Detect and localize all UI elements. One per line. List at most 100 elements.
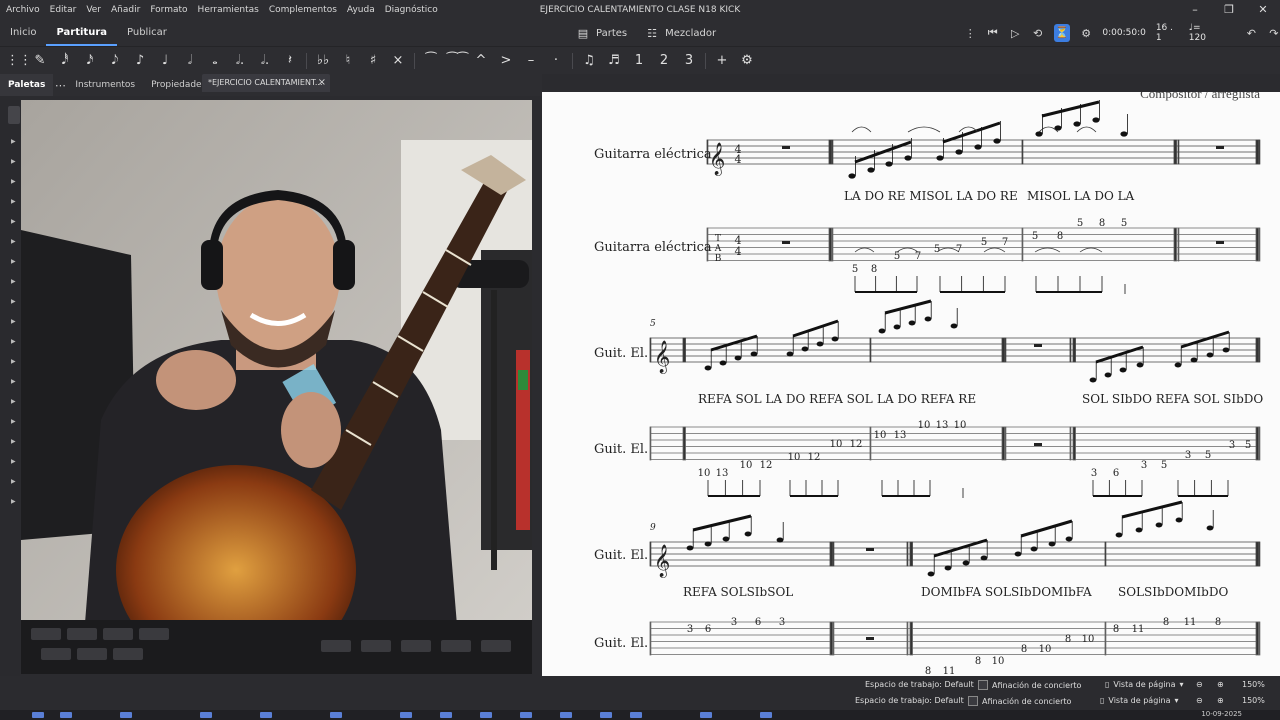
taskbar-app-icon[interactable]	[440, 712, 452, 718]
toolbar-tool-12-icon[interactable]: ♮	[339, 53, 357, 68]
toolbar-tool-14-icon[interactable]: ×	[389, 53, 407, 68]
redo-icon[interactable]: ↷	[1268, 27, 1280, 40]
palette-expand-icon[interactable]: ▶	[11, 198, 16, 205]
toolbar-tool-24-icon[interactable]: 2	[655, 53, 673, 68]
taskbar-app-icon[interactable]	[400, 712, 412, 718]
toolbar-tool-13-icon[interactable]: ♯	[364, 53, 382, 68]
instrument-name-5[interactable]: Guit. El.	[594, 548, 648, 563]
lyrics-s2-b[interactable]: LA DO REFA RE	[877, 392, 976, 406]
toolbar-tool-4-icon[interactable]: ♪	[131, 53, 149, 68]
taskbar-app-icon[interactable]	[600, 712, 612, 718]
menu-archivo[interactable]: Archivo	[0, 5, 45, 15]
menu-formato[interactable]: Formato	[145, 5, 192, 15]
playback-settings-icon[interactable]: ⚙	[1080, 27, 1092, 40]
palette-expand-icon[interactable]: ▶	[11, 478, 16, 485]
play-icon[interactable]: ▷	[1009, 27, 1021, 40]
close-icon[interactable]: ✕	[1246, 0, 1280, 20]
instrument-name-2[interactable]: Guitarra eléctrica	[594, 240, 712, 255]
score-canvas[interactable]: 𝄞 44TAB445 85 75 75 75 85 8 5𝄞10 1310 1210 1210 1210…	[542, 92, 1280, 676]
palette-expand-icon[interactable]: ▶	[11, 338, 16, 345]
toolbar-tool-5-icon[interactable]: ♩	[156, 53, 174, 68]
taskbar-app-icon[interactable]	[260, 712, 272, 718]
menu-ver[interactable]: Ver	[81, 5, 106, 15]
tab-instrumentos[interactable]: Instrumentos	[67, 74, 143, 96]
lyrics-s3-b[interactable]: DOMIbFA SOLSIbDOMIbFA	[921, 585, 1092, 599]
palette-expand-icon[interactable]: ▶	[11, 498, 16, 505]
menu-ayuda[interactable]: Ayuda	[342, 5, 380, 15]
score-page[interactable]: Compositor / arreglista 𝄞 4 4 T A B 4 4 5 8 5 7 5 7 5 7…	[542, 92, 1280, 676]
palette-search-box[interactable]	[8, 106, 20, 124]
toolbar-tool-20-icon[interactable]: ·	[547, 53, 565, 68]
mixer-button[interactable]: ☷ Mezclador	[645, 27, 716, 40]
toolbar-grip-icon[interactable]: ⋮⋮	[6, 53, 32, 68]
palette-expand-icon[interactable]: ▶	[11, 458, 16, 465]
menu-anadir[interactable]: Añadir	[106, 5, 145, 15]
menu-diagnostico[interactable]: Diagnóstico	[380, 5, 443, 15]
tab-partitura[interactable]: Partitura	[46, 20, 117, 46]
palette-expand-icon[interactable]: ▶	[11, 278, 16, 285]
zoom-level[interactable]: 150%	[1242, 680, 1265, 689]
toolbar-tool-27-icon[interactable]: ⚙	[738, 53, 756, 68]
taskbar-app-icon[interactable]	[520, 712, 532, 718]
toolbar-tool-1-icon[interactable]: 𝅘𝅥𝅰	[56, 53, 74, 68]
zoom-in-icon[interactable]: ⊕	[1217, 680, 1224, 689]
palette-expand-icon[interactable]: ▶	[11, 218, 16, 225]
tab-inicio[interactable]: Inicio	[0, 20, 46, 46]
toolbar-tool-26-icon[interactable]: +	[713, 53, 731, 68]
taskbar-app-icon[interactable]	[480, 712, 492, 718]
toolbar-tool-17-icon[interactable]: ^	[472, 53, 490, 68]
taskbar-app-icon[interactable]	[32, 712, 44, 718]
instrument-name-6[interactable]: Guit. El.	[594, 636, 648, 651]
menu-editar[interactable]: Editar	[45, 5, 82, 15]
taskbar-app-icon[interactable]	[200, 712, 212, 718]
taskbar-app-icon[interactable]	[700, 712, 712, 718]
toolbar-tool-11-icon[interactable]: ♭♭	[314, 53, 332, 68]
grip-icon[interactable]: ⋮	[964, 27, 976, 40]
taskbar-app-icon[interactable]	[330, 712, 342, 718]
toolbar-tool-7-icon[interactable]: 𝅝	[206, 53, 224, 68]
zoom-out-icon[interactable]: ⊖	[1196, 680, 1203, 689]
taskbar-app-icon[interactable]	[630, 712, 642, 718]
concert-pitch-toggle[interactable]: Afinación de concierto	[978, 680, 1081, 690]
metronome-icon[interactable]: ⏳	[1053, 24, 1070, 42]
palette-expand-icon[interactable]: ▶	[11, 298, 16, 305]
toolbar-tool-19-icon[interactable]: –	[522, 53, 540, 68]
loop-icon[interactable]: ⟲	[1031, 27, 1043, 40]
palette-expand-icon[interactable]: ▶	[11, 258, 16, 265]
rewind-icon[interactable]: ⏮	[986, 26, 998, 40]
taskbar-app-icon[interactable]	[560, 712, 572, 718]
menu-complementos[interactable]: Complementos	[264, 5, 342, 15]
concert-pitch-checkbox[interactable]	[978, 680, 988, 690]
page-view-select[interactable]: ▯ Vista de página ▾	[1105, 680, 1184, 689]
palette-expand-icon[interactable]: ▶	[11, 238, 16, 245]
parts-button[interactable]: ▤ Partes	[576, 27, 627, 40]
lyrics-s3-a[interactable]: REFA SOLSIbSOL	[683, 585, 793, 599]
tab-paletas[interactable]: Paletas	[0, 74, 54, 96]
palette-expand-icon[interactable]: ▶	[11, 318, 16, 325]
lyrics-s3-c[interactable]: SOLSIbDOMIbDO	[1118, 585, 1228, 599]
palette-expand-icon[interactable]: ▶	[11, 178, 16, 185]
toolbar-tool-9-icon[interactable]: 𝅗𝅥.	[256, 53, 274, 68]
palette-expand-icon[interactable]: ▶	[11, 438, 16, 445]
maximize-icon[interactable]: ❐	[1212, 0, 1246, 20]
instrument-name-3[interactable]: Guit. El.	[594, 346, 648, 361]
toolbar-tool-6-icon[interactable]: 𝅗𝅥	[181, 53, 199, 68]
lyrics-s2-a[interactable]: REFA SOL LA DO REFA SOL	[698, 392, 873, 406]
menu-herramientas[interactable]: Herramientas	[193, 5, 264, 15]
toolbar-tool-22-icon[interactable]: ♬	[605, 53, 623, 68]
palette-expand-icon[interactable]: ▶	[11, 418, 16, 425]
toolbar-tool-18-icon[interactable]: >	[497, 53, 515, 68]
taskbar-app-icon[interactable]	[60, 712, 72, 718]
workspace-label[interactable]: Espacio de trabajo: Default	[865, 680, 974, 689]
palette-expand-icon[interactable]: ▶	[11, 358, 16, 365]
palette-expand-icon[interactable]: ▶	[11, 158, 16, 165]
toolbar-tool-3-icon[interactable]: 𝅘𝅥𝅮	[106, 53, 124, 68]
toolbar-tool-21-icon[interactable]: ♫	[580, 53, 598, 68]
palette-expand-icon[interactable]: ▶	[11, 398, 16, 405]
palette-expand-icon[interactable]: ▶	[11, 378, 16, 385]
tab-publicar[interactable]: Publicar	[117, 20, 177, 46]
instrument-name-1[interactable]: Guitarra eléctrica	[594, 147, 712, 162]
toolbar-tool-23-icon[interactable]: 1	[630, 53, 648, 68]
undo-icon[interactable]: ↶	[1245, 27, 1257, 40]
lyrics-s1-b[interactable]: MISOL LA DO LA	[1027, 189, 1135, 203]
